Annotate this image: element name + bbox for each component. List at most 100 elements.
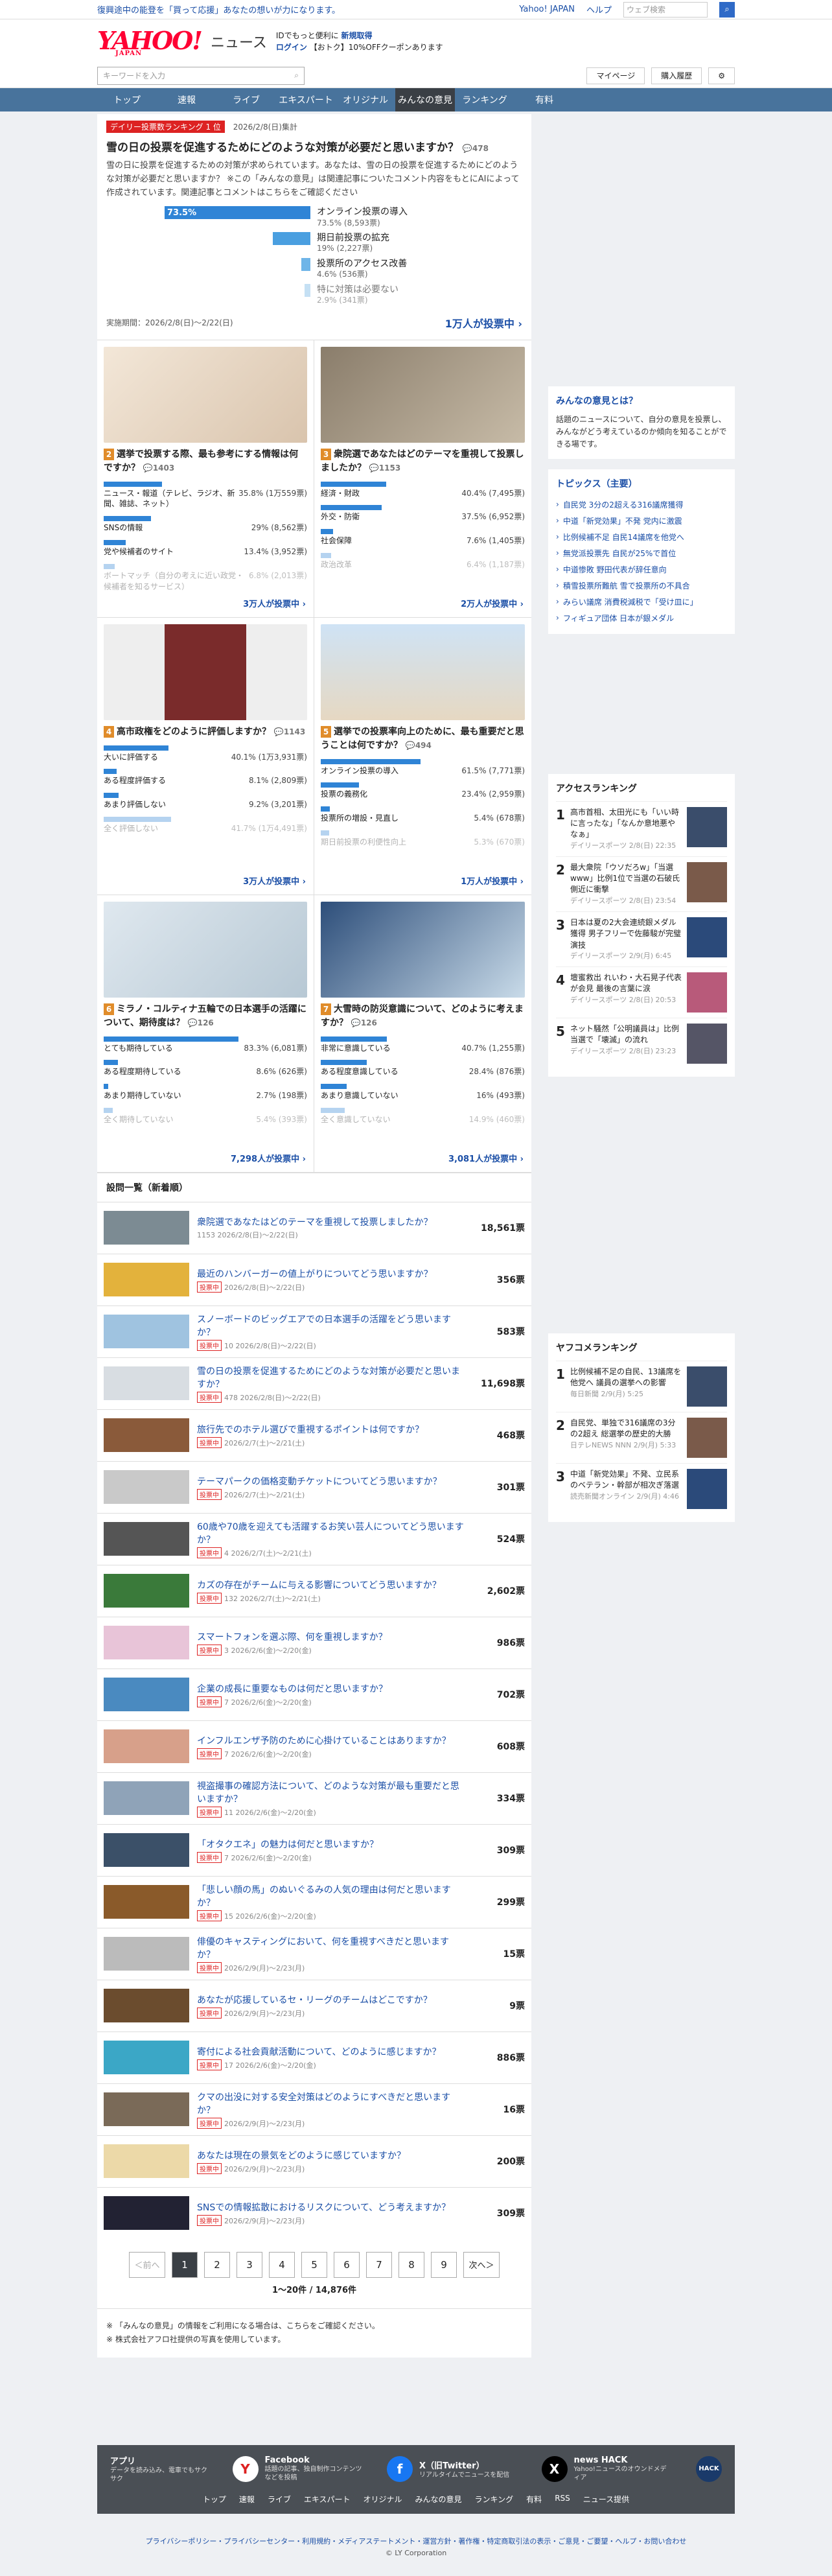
list-item[interactable]: スノーボードのビッグエアでの日本選手の活躍をどう思いますか？ 投票中 10 2026… <box>97 1305 531 1357</box>
list-thumbnail[interactable] <box>104 1678 189 1712</box>
footer-link[interactable]: RSS <box>555 2494 570 2505</box>
ranking-item[interactable]: 2 最大衆院「ウソだろw」「当選www」比例1位で当選の石破氏側近に衝撃 デイリース… <box>556 856 727 911</box>
list-thumbnail[interactable] <box>104 2144 189 2179</box>
poll-card[interactable]: 4 高市政権をどのように評価しますか？ 💬1143 大いに評価する 40.1% (1万… <box>97 617 314 895</box>
poll-card-title[interactable]: 3 衆院選であなたはどのテーマを重視して投票しましたか？ 💬1153 <box>321 448 525 475</box>
votes-link[interactable]: 1万人が投票中 › <box>461 874 524 887</box>
topic-item[interactable]: フィギュア団体 日本が銀メダル <box>556 610 727 626</box>
list-item-title[interactable]: SNSでの情報拡散におけるリスクについて、どう考えますか？ <box>197 2203 450 2213</box>
votes-link[interactable]: 3万人が投票中 › <box>243 874 306 887</box>
ranking-title[interactable]: 自民党、単独で316議席の3分の2超え 総選挙の歴史的大勝 <box>570 1418 676 1438</box>
list-item[interactable]: 寄付による社会貢献活動について、どのように感じますか？ 投票中 17 2026/2/… <box>97 2031 531 2083</box>
list-item[interactable]: クマの出没に対する安全対策はどのようにすべきだと思いますか？ 投票中 2026/2/… <box>97 2083 531 2135</box>
ranking-thumbnail[interactable] <box>687 972 727 1013</box>
ranking-thumbnail[interactable] <box>687 1366 727 1407</box>
page-9[interactable]: 9 <box>431 2251 457 2278</box>
list-item-title[interactable]: 60歳や70歳を迎えても活躍するお笑い芸人についてどう思いますか？ <box>197 1522 464 1545</box>
nav-ranking[interactable]: ランキング <box>455 88 514 111</box>
list-item-title[interactable]: 衆院選であなたはどのテーマを重視して投票しましたか？ <box>197 1217 432 1228</box>
new-registration-link[interactable]: 新規取得 <box>341 31 372 40</box>
ranking-thumbnail[interactable] <box>687 1023 727 1064</box>
ranking-title[interactable]: 壇蜜救出 れいわ・大石晃子代表が会見 最後の言葉に涙 <box>570 973 682 993</box>
list-item[interactable]: インフルエンザ予防のために心掛けていることはありますか？ 投票中 7 2026/2/… <box>97 1720 531 1772</box>
poll-card[interactable]: 7 大雪時の防災意識について、どのように考えますか？ 💬126 非常に意識している 4… <box>314 895 531 1173</box>
poll-card-title[interactable]: 2 選挙で投票する際、最も参考にする情報は何ですか？ 💬1403 <box>104 448 307 475</box>
poll-card-image[interactable] <box>104 346 307 443</box>
list-thumbnail[interactable] <box>104 1522 189 1556</box>
topic-item[interactable]: 中道惨敗 野田代表が辞任意向 <box>556 561 727 578</box>
service-name[interactable]: ニュース <box>211 31 267 52</box>
ranking-thumbnail[interactable] <box>687 861 727 902</box>
next-page-button[interactable]: 次へ＞ <box>463 2251 500 2278</box>
list-item-title[interactable]: スノーボードのビッグエアでの日本選手の活躍をどう思いますか？ <box>197 1315 451 1338</box>
list-item-title[interactable]: クマの出没に対する安全対策はどのようにすべきだと思いますか？ <box>197 2092 450 2116</box>
page-1[interactable]: 1 <box>172 2251 198 2278</box>
nav-breaking[interactable]: 速報 <box>157 88 216 111</box>
ranking-thumbnail[interactable] <box>687 806 727 847</box>
ranking-thumbnail[interactable] <box>687 1468 727 1509</box>
poll-card-image[interactable] <box>104 624 307 720</box>
list-item[interactable]: あなたは現在の景気をどのように感じていますか？ 投票中 2026/2/9(月)〜2/… <box>97 2135 531 2187</box>
nav-minna-no-iken[interactable]: みんなの意見 <box>395 88 455 111</box>
list-thumbnail[interactable] <box>104 1366 189 1401</box>
poll-card-title[interactable]: 4 高市政権をどのように評価しますか？ 💬1143 <box>104 725 307 739</box>
poll-card-image[interactable] <box>104 901 307 998</box>
ranking-title[interactable]: ネット騒然「公明議員は」比例当選で「壊滅」の流れ <box>570 1024 679 1044</box>
poll-card[interactable]: 2 選挙で投票する際、最も参考にする情報は何ですか？ 💬1403 ニュース・報道（テ… <box>97 340 314 618</box>
ranking-item[interactable]: 5 ネット騒然「公明議員は」比例当選で「壊滅」の流れ デイリースポーツ 2/8(日)… <box>556 1017 727 1069</box>
list-item[interactable]: 「オタクエネ」の魅力は何だと思いますか？ 投票中 7 2026/2/6(金)〜2/2… <box>97 1823 531 1876</box>
votes-link[interactable]: 2万人が投票中 › <box>461 597 524 609</box>
list-thumbnail[interactable] <box>104 1885 189 1919</box>
footer-link[interactable]: ランキング <box>475 2494 514 2505</box>
list-thumbnail[interactable] <box>104 1781 189 1816</box>
poll-card-image[interactable] <box>321 901 525 998</box>
ranking-thumbnail[interactable] <box>687 917 727 957</box>
list-item-title[interactable]: 俳優のキャスティングにおいて、何を重視すべきだと思いますか？ <box>197 1937 449 1960</box>
list-item[interactable]: 旅行先でのホテル選びで重視するポイントは何ですか？ 投票中 2026/2/7(土)〜… <box>97 1409 531 1461</box>
list-thumbnail[interactable] <box>104 1833 189 1868</box>
about-title[interactable]: みんなの意見とは？ <box>556 394 727 407</box>
list-item-title[interactable]: 雪の日の投票を促進するためにどのような対策が必要だと思いますか？ <box>197 1366 460 1390</box>
search-icon[interactable]: ⌕ <box>294 71 299 80</box>
page-7[interactable]: 7 <box>366 2251 392 2278</box>
list-item-title[interactable]: あなたが応援しているセ・リーグのチームはどこですか？ <box>197 1995 432 2006</box>
list-item-title[interactable]: インフルエンザ予防のために心掛けていることはありますか？ <box>197 1736 451 1746</box>
list-item[interactable]: 衆院選であなたはどのテーマを重視して投票しましたか？ 1153 2026/2/8(… <box>97 1201 531 1254</box>
nav-original[interactable]: オリジナル <box>336 88 395 111</box>
list-item[interactable]: SNSでの情報拡散におけるリスクについて、どう考えますか？ 投票中 2026/2/9… <box>97 2186 531 2239</box>
footer-app[interactable]: アプリ データを読み込み、電車でもサクサク Y <box>110 2454 259 2483</box>
page-5[interactable]: 5 <box>301 2251 327 2278</box>
list-item[interactable]: 視盗撮事の確認方法について、どのような対策が最も重要だと思いますか？ 投票中 11 … <box>97 1772 531 1824</box>
list-thumbnail[interactable] <box>104 1263 189 1297</box>
list-thumbnail[interactable] <box>104 2092 189 2127</box>
list-thumbnail[interactable] <box>104 1989 189 2023</box>
list-item-title[interactable]: スマートフォンを選ぶ際、何を重視しますか？ <box>197 1632 387 1643</box>
prev-page-button[interactable]: ＜前へ <box>129 2251 165 2278</box>
footer-facebook[interactable]: Facebook 話題の記事、独自制作コンテンツなどを投稿 f <box>265 2454 413 2483</box>
list-thumbnail[interactable] <box>104 1211 189 1245</box>
list-item-title[interactable]: 旅行先でのホテル選びで重視するポイントは何ですか？ <box>197 1425 424 1435</box>
mypage-button[interactable]: マイページ <box>586 67 645 84</box>
ranking-item[interactable]: 3 日本は夏の2大会連続銀メダル獲得 男子フリーで佐藤駿が完璧演技 デイリースポーツ… <box>556 911 727 966</box>
login-link[interactable]: ログイン <box>276 43 307 52</box>
poll-card-title[interactable]: 5 選挙での投票率向上のために、最も重要だと思うことは何ですか？ 💬494 <box>321 725 525 753</box>
yahoo-japan-link[interactable]: Yahoo! JAPAN <box>519 5 575 14</box>
list-item[interactable]: カズの存在がチームに与える影響についてどう思いますか？ 投票中 132 2026/2… <box>97 1564 531 1617</box>
list-item[interactable]: 最近のハンバーガーの値上がりについてどう思いますか？ 投票中 2026/2/8(日)… <box>97 1253 531 1306</box>
list-item-title[interactable]: あなたは現在の景気をどのように感じていますか？ <box>197 2151 406 2161</box>
list-item-title[interactable]: 「悲しい顔の馬」のぬいぐるみの人気の理由は何だと思いますか？ <box>197 1885 451 1908</box>
footer-link[interactable]: ニュース提供 <box>583 2494 629 2505</box>
ranking-item[interactable]: 3 中道「新党効果」不発、立民系のベテラン・幹部が相次ぎ落選 読売新聞オンライン 2… <box>556 1462 727 1514</box>
list-item-title[interactable]: 企業の成長に重要なものは何だと思いますか？ <box>197 1684 387 1694</box>
list-item-title[interactable]: 寄付による社会貢献活動について、どのように感じますか？ <box>197 2047 441 2057</box>
list-item[interactable]: 俳優のキャスティングにおいて、何を重視すべきだと思いますか？ 投票中 2026/2/… <box>97 1927 531 1980</box>
votes-link[interactable]: 3万人が投票中 › <box>243 597 306 609</box>
footer-link[interactable]: オリジナル <box>364 2494 402 2505</box>
ranking-title[interactable]: 日本は夏の2大会連続銀メダル獲得 男子フリーで佐藤駿が完璧演技 <box>570 918 681 950</box>
list-item-title[interactable]: 「オタクエネ」の魅力は何だと思いますか？ <box>197 1840 378 1850</box>
list-thumbnail[interactable] <box>104 1418 189 1453</box>
list-item[interactable]: 60歳や70歳を迎えても活躍するお笑い芸人についてどう思いますか？ 投票中 4 20… <box>97 1512 531 1565</box>
help-link[interactable]: ヘルプ <box>586 3 612 16</box>
votes-link[interactable]: 3,081人が投票中 › <box>448 1152 524 1164</box>
footer-link[interactable]: みんなの意見 <box>415 2494 462 2505</box>
